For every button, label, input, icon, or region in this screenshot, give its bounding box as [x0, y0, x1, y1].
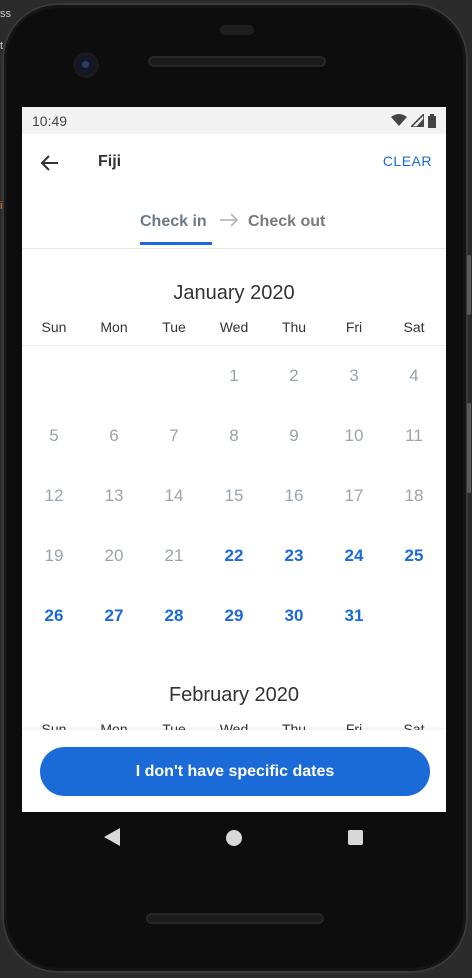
- app-bar: Fiji CLEAR: [22, 134, 446, 190]
- weekday-label: Mon: [100, 319, 128, 335]
- calendar-scroll[interactable]: January 2020 Sun Mon Tue Wed Thu Fri Sat 12345…: [22, 282, 446, 737]
- front-camera: [76, 55, 96, 75]
- earpiece: [220, 25, 254, 35]
- android-nav-bar: [22, 812, 446, 862]
- bottom-bar: I don't have specific dates: [22, 730, 446, 812]
- day-cell: 2: [289, 366, 299, 385]
- page-title: Fiji: [98, 153, 122, 170]
- day-cell: 8: [229, 426, 239, 445]
- day-cell: 3: [349, 366, 359, 385]
- day-cell[interactable]: 27: [84, 586, 144, 646]
- no-specific-dates-button[interactable]: I don't have specific dates: [40, 747, 430, 796]
- app-screen: 10:49 Fiji CLEAR Check in Check out Janu…: [22, 107, 446, 812]
- day-cell: 1: [229, 366, 239, 385]
- day-cell: 10: [344, 426, 364, 445]
- battery-icon: [428, 113, 436, 128]
- day-blank: [24, 346, 84, 406]
- day-cell[interactable]: 28: [144, 586, 204, 646]
- power-button: [467, 403, 471, 493]
- weekday-label: Tue: [162, 319, 186, 335]
- weekday-header: Sun Mon Tue Wed Thu Fri Sat: [22, 319, 446, 346]
- day-cell: 7: [169, 426, 179, 445]
- status-time: 10:49: [32, 112, 68, 129]
- day-cell: 9: [289, 426, 299, 445]
- tab-check-in[interactable]: Check in: [140, 213, 207, 231]
- day-cell: 12: [44, 486, 64, 505]
- day-cell: 14: [164, 486, 184, 505]
- wifi-icon: [391, 114, 407, 126]
- weekday-label: Thu: [281, 319, 307, 335]
- day-cell: 20: [104, 546, 124, 565]
- bottom-speaker: [146, 913, 324, 924]
- weekday-label: Fri: [345, 319, 363, 335]
- day-cell[interactable]: 30: [264, 586, 324, 646]
- signal-icon: [411, 114, 424, 127]
- day-cell[interactable]: 22: [204, 526, 264, 586]
- weekday-label: Wed: [219, 319, 249, 335]
- clear-button[interactable]: CLEAR: [383, 153, 432, 169]
- date-tabs: Check in Check out: [22, 190, 446, 249]
- day-cell: 19: [44, 546, 64, 565]
- day-cell: 6: [109, 426, 119, 445]
- status-icons: [391, 113, 436, 128]
- day-blank: [144, 346, 204, 406]
- day-cell: 4: [409, 366, 419, 385]
- nav-home-icon[interactable]: [226, 830, 242, 846]
- day-cell[interactable]: 29: [204, 586, 264, 646]
- day-cell: 17: [344, 486, 364, 505]
- day-cell: 21: [164, 546, 184, 565]
- day-cell: 16: [284, 486, 304, 505]
- day-cell[interactable]: 24: [324, 526, 384, 586]
- weekday-label: Sat: [403, 319, 425, 335]
- top-speaker: [148, 56, 326, 67]
- weekday-label: Sun: [41, 319, 67, 335]
- days-grid: 1 2 3 4 5 6 7 8 9 10 11 12 13 14 15 16 17 18 19 20 21 22 23 24 2…: [22, 346, 446, 646]
- arrow-right-icon: [220, 213, 239, 227]
- day-blank: [84, 346, 144, 406]
- day-cell[interactable]: 25: [384, 526, 444, 586]
- status-bar: 10:49: [22, 107, 446, 134]
- day-cell[interactable]: 23: [264, 526, 324, 586]
- day-cell: 11: [405, 426, 423, 445]
- arrow-left-icon[interactable]: [38, 151, 62, 175]
- ide-edge-text: ss: [0, 8, 11, 20]
- day-cell[interactable]: 26: [24, 586, 84, 646]
- day-cell: 18: [404, 486, 424, 505]
- month-title: February 2020: [168, 684, 300, 706]
- nav-recents-icon[interactable]: [348, 830, 363, 845]
- volume-button: [467, 255, 471, 315]
- active-tab-indicator: [140, 242, 212, 245]
- month-title: January 2020: [173, 282, 295, 304]
- day-cell: 13: [104, 486, 124, 505]
- tab-check-out[interactable]: Check out: [248, 213, 325, 231]
- nav-back-icon[interactable]: [104, 828, 120, 846]
- day-cell[interactable]: 31: [324, 586, 384, 646]
- day-cell: 5: [49, 426, 59, 445]
- day-cell: 15: [224, 486, 244, 505]
